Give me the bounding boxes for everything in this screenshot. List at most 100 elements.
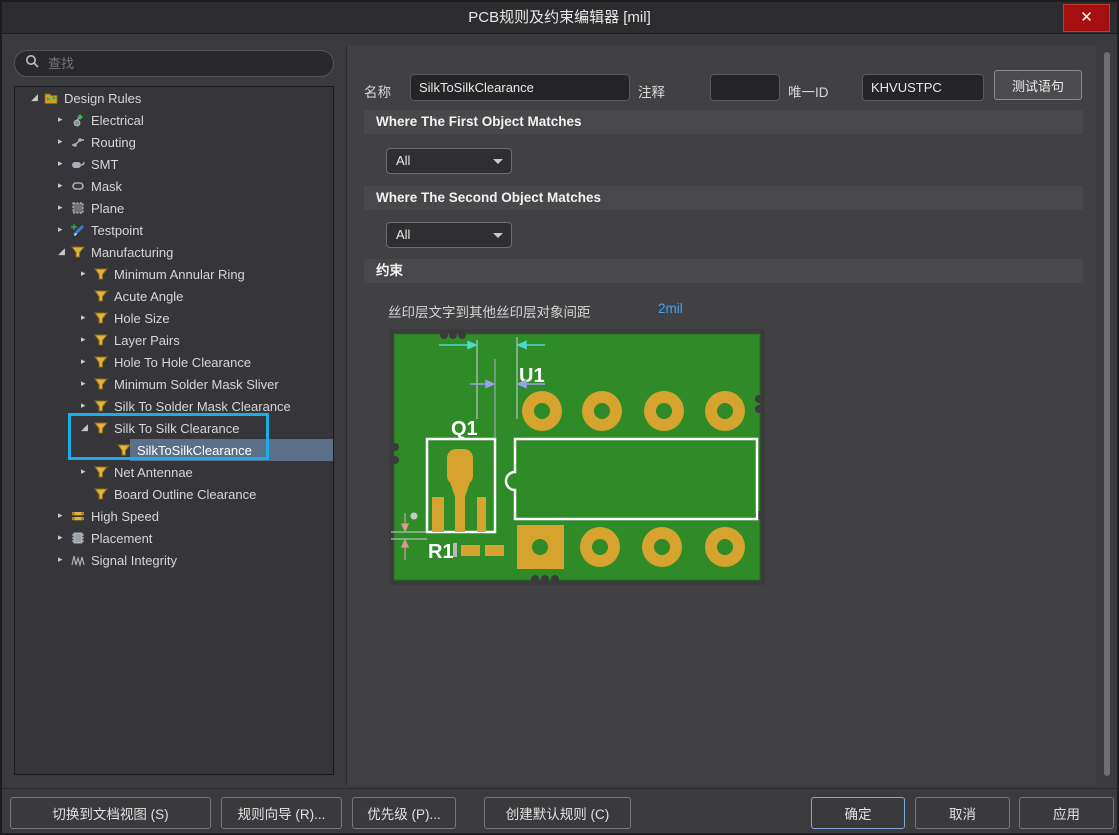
tree-item[interactable]: ▸ Minimum Annular Ring: [15, 263, 333, 285]
tree-item[interactable]: Acute Angle: [15, 285, 333, 307]
placement-icon: [71, 531, 88, 545]
smt-icon: [71, 157, 88, 171]
mask-icon: [71, 179, 88, 193]
search-box[interactable]: [14, 50, 334, 77]
collapse-arrow-icon[interactable]: ▸: [58, 137, 71, 147]
tree-item[interactable]: ▸ Testpoint: [15, 219, 333, 241]
tree-item[interactable]: ▸ Hole To Hole Clearance: [15, 351, 333, 373]
clearance-constraint-value[interactable]: 2mil: [658, 301, 683, 316]
collapse-arrow-icon[interactable]: ▸: [81, 379, 94, 389]
manufacturing-rule-icon: [94, 487, 111, 501]
tree-item-label: Silk To Solder Mask Clearance: [114, 399, 291, 414]
signal-integrity-icon: [71, 553, 88, 567]
switch-to-document-view-button[interactable]: 切换到文档视图 (S): [10, 797, 211, 829]
collapse-arrow-icon[interactable]: ▸: [81, 401, 94, 411]
test-query-button[interactable]: 测试语句: [994, 70, 1082, 100]
clearance-constraint-label: 丝印层文字到其他丝印层对象间距: [388, 301, 591, 321]
tree-item[interactable]: ▸ Electrical: [15, 109, 333, 131]
tree-item[interactable]: Board Outline Clearance: [15, 483, 333, 505]
pcb-rules-editor-dialog: PCB规则及约束编辑器 [mil] ✕ ◢ Design Rules ▸ Electr…: [0, 0, 1119, 835]
tree-item[interactable]: ▸ Silk To Solder Mask Clearance: [15, 395, 333, 417]
collapse-arrow-icon[interactable]: ▸: [58, 555, 71, 565]
collapse-arrow-icon[interactable]: ▸: [58, 159, 71, 169]
tree-item-label: Electrical: [91, 113, 144, 128]
priorities-button[interactable]: 优先级 (P)...: [352, 797, 456, 829]
tree-item[interactable]: ▸Placement: [15, 527, 333, 549]
manufacturing-rule-icon: [94, 465, 111, 479]
search-input[interactable]: [46, 55, 323, 72]
dialog-title: PCB规则及约束编辑器 [mil]: [2, 2, 1117, 34]
tree-item-label: Minimum Solder Mask Sliver: [114, 377, 279, 392]
tree-item[interactable]: ▸Hole Size: [15, 307, 333, 329]
tree-item-label: Hole To Hole Clearance: [114, 355, 251, 370]
collapse-arrow-icon[interactable]: ▸: [81, 313, 94, 323]
collapse-arrow-icon[interactable]: ▸: [58, 533, 71, 543]
tree-item-label: Net Antennae: [114, 465, 193, 480]
manufacturing-rule-icon: [94, 289, 111, 303]
tree-item-label: SMT: [91, 157, 118, 172]
collapse-arrow-icon[interactable]: ▸: [58, 511, 71, 521]
unique-id-input[interactable]: [862, 74, 984, 101]
tree-item-label: Layer Pairs: [114, 333, 180, 348]
manufacturing-rule-icon: [94, 421, 111, 435]
collapse-arrow-icon[interactable]: ▸: [58, 115, 71, 125]
expand-arrow-icon[interactable]: ◢: [58, 247, 71, 257]
collapse-arrow-icon[interactable]: ▸: [58, 225, 71, 235]
design-rules-folder-icon: [44, 91, 61, 105]
tree-item[interactable]: ▸ SMT: [15, 153, 333, 175]
tree-item-label: High Speed: [91, 509, 159, 524]
second-object-matches-header: Where The Second Object Matches: [364, 186, 1083, 210]
close-button[interactable]: ✕: [1063, 4, 1110, 32]
first-object-scope-dropdown[interactable]: All: [386, 148, 512, 174]
tree-item-label: Minimum Annular Ring: [114, 267, 245, 282]
expand-arrow-icon[interactable]: ◢: [81, 423, 94, 433]
footer-divider: [2, 788, 1117, 789]
tree-item[interactable]: ▸Signal Integrity: [15, 549, 333, 571]
ok-button[interactable]: 确定: [811, 797, 905, 829]
comment-label: 注释: [638, 81, 665, 101]
tree-item[interactable]: ▸ Layer Pairs: [15, 329, 333, 351]
tree-item-label: Acute Angle: [114, 289, 183, 304]
create-default-rules-button[interactable]: 创建默认规则 (C): [484, 797, 631, 829]
collapse-arrow-icon[interactable]: ▸: [58, 203, 71, 213]
search-icon: [25, 54, 39, 73]
tree-item[interactable]: SilkToSilkClearance: [15, 439, 333, 461]
collapse-arrow-icon[interactable]: ▸: [81, 269, 94, 279]
first-object-matches-header: Where The First Object Matches: [364, 110, 1083, 134]
manufacturing-rule-icon: [94, 333, 111, 347]
manufacturing-rule-icon: [94, 377, 111, 391]
collapse-arrow-icon[interactable]: ▸: [81, 335, 94, 345]
pcb-rule-illustration: Q1 U1 R1: [389, 329, 765, 585]
tree-item[interactable]: ▸ High Speed: [15, 505, 333, 527]
tree-item[interactable]: ▸Routing: [15, 131, 333, 153]
collapse-arrow-icon[interactable]: ▸: [81, 467, 94, 477]
tree-item-label: Board Outline Clearance: [114, 487, 256, 502]
plane-icon: [71, 201, 88, 215]
collapse-arrow-icon[interactable]: ▸: [58, 181, 71, 191]
cancel-button[interactable]: 取消: [915, 797, 1010, 829]
tree-item-label: Silk To Silk Clearance: [114, 421, 239, 436]
rule-wizard-button[interactable]: 规则向导 (R)...: [221, 797, 342, 829]
right-panel-scrollbar[interactable]: [1104, 50, 1110, 783]
tree-item[interactable]: ▸ Mask: [15, 175, 333, 197]
rule-name-input[interactable]: [410, 74, 630, 101]
rule-tree-rows: ◢Design Rules▸Electrical▸Routing▸SMT▸Mas…: [15, 87, 333, 571]
q1-designator: Q1: [451, 418, 478, 440]
second-object-scope-dropdown[interactable]: All: [386, 222, 512, 248]
tree-item[interactable]: ▸ Minimum Solder Mask Sliver: [15, 373, 333, 395]
tree-item[interactable]: ▸Plane: [15, 197, 333, 219]
tree-item[interactable]: ▸ Net Antennae: [15, 461, 333, 483]
apply-button[interactable]: 应用: [1019, 797, 1114, 829]
manufacturing-rule-icon: [94, 399, 111, 413]
tree-item[interactable]: ◢ Design Rules: [15, 87, 333, 109]
tree-item[interactable]: ◢ Silk To Silk Clearance: [15, 417, 333, 439]
tree-item-label: Mask: [91, 179, 122, 194]
tree-item[interactable]: ◢Manufacturing: [15, 241, 333, 263]
comment-input[interactable]: [710, 74, 780, 101]
tree-item-label: Testpoint: [91, 223, 143, 238]
rule-tree: ◢Design Rules▸Electrical▸Routing▸SMT▸Mas…: [14, 86, 334, 775]
tree-item-label: Design Rules: [64, 91, 141, 106]
collapse-arrow-icon[interactable]: ▸: [81, 357, 94, 367]
scrollbar-thumb[interactable]: [1104, 52, 1110, 776]
expand-arrow-icon[interactable]: ◢: [31, 93, 44, 103]
